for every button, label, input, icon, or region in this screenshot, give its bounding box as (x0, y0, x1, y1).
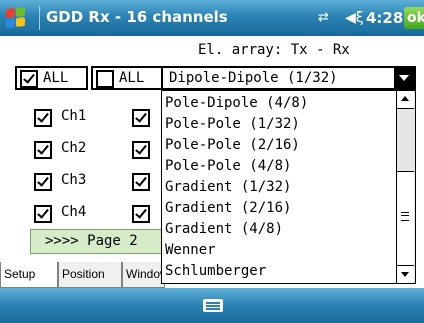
option-item[interactable]: Pole-Pole (4/8) (165, 158, 291, 174)
all-checked-button[interactable]: ALL (15, 66, 88, 90)
option-item[interactable]: Gradient (2/16) (165, 200, 291, 216)
title-bar: GDD Rx - 16 channels ⇄ ◀ξ 4:28 ok (0, 0, 424, 36)
channel-label: Ch3 (61, 172, 87, 188)
channel-label: Ch1 (61, 108, 87, 124)
checkbox-checked[interactable] (34, 205, 52, 223)
list-scrollbar[interactable] (396, 91, 415, 283)
chevron-down-icon[interactable] (394, 68, 414, 88)
checkbox-checked[interactable] (132, 205, 150, 223)
volume-icon[interactable]: ◀ξ (345, 9, 364, 27)
clock[interactable]: 4:28 (366, 9, 403, 27)
all-label: ALL (43, 70, 69, 86)
all-label: ALL (119, 70, 145, 86)
electrode-array-label: El. array: Tx - Rx (198, 42, 350, 58)
channel-label: Ch2 (61, 140, 87, 156)
checkbox-checked[interactable] (132, 141, 150, 159)
page-button-label: >>>> Page 2 (45, 233, 138, 249)
option-item[interactable]: Gradient (4/8) (165, 221, 283, 237)
option-item[interactable]: Pole-Pole (1/32) (165, 116, 300, 132)
ok-button[interactable]: ok (404, 7, 424, 29)
checkbox-checked (20, 70, 38, 88)
connectivity-icon[interactable]: ⇄ (318, 10, 340, 26)
select-value: Dipole-Dipole (1/32) (169, 70, 338, 86)
soft-key-bar (0, 288, 424, 323)
option-item[interactable]: Wenner (165, 242, 216, 258)
checkbox-checked[interactable] (34, 173, 52, 191)
option-item[interactable]: Pole-Pole (2/16) (165, 137, 300, 153)
electrode-array-select[interactable]: Dipole-Dipole (1/32) (161, 66, 416, 90)
tab-window[interactable]: Window (122, 262, 165, 288)
option-item[interactable]: Gradient (1/32) (165, 179, 291, 195)
app-title: GDD Rx - 16 channels (46, 8, 228, 26)
all-unchecked-button[interactable]: ALL (91, 66, 165, 90)
page-2-button[interactable]: >>>> Page 2 (30, 229, 170, 254)
checkbox-unchecked (96, 70, 114, 88)
option-item[interactable]: Schlumberger (165, 263, 266, 279)
scroll-up-icon[interactable] (397, 91, 414, 109)
title-separator (39, 6, 40, 30)
scroll-thumb[interactable] (397, 171, 414, 266)
channel-label: Ch4 (61, 204, 87, 220)
tab-setup[interactable]: Setup (0, 262, 58, 288)
keyboard-icon[interactable] (203, 299, 223, 312)
tab-position[interactable]: Position (58, 262, 122, 288)
windows-start-icon[interactable] (6, 7, 26, 29)
electrode-array-options[interactable]: Pole-Dipole (4/8) Pole-Pole (1/32) Pole-… (161, 90, 416, 284)
checkbox-checked[interactable] (34, 141, 52, 159)
tab-strip: Setup Position Window (0, 262, 165, 288)
checkbox-checked[interactable] (132, 109, 150, 127)
scroll-down-icon[interactable] (397, 265, 414, 283)
checkbox-checked[interactable] (132, 173, 150, 191)
option-item[interactable]: Pole-Dipole (4/8) (165, 95, 308, 111)
checkbox-checked[interactable] (34, 109, 52, 127)
